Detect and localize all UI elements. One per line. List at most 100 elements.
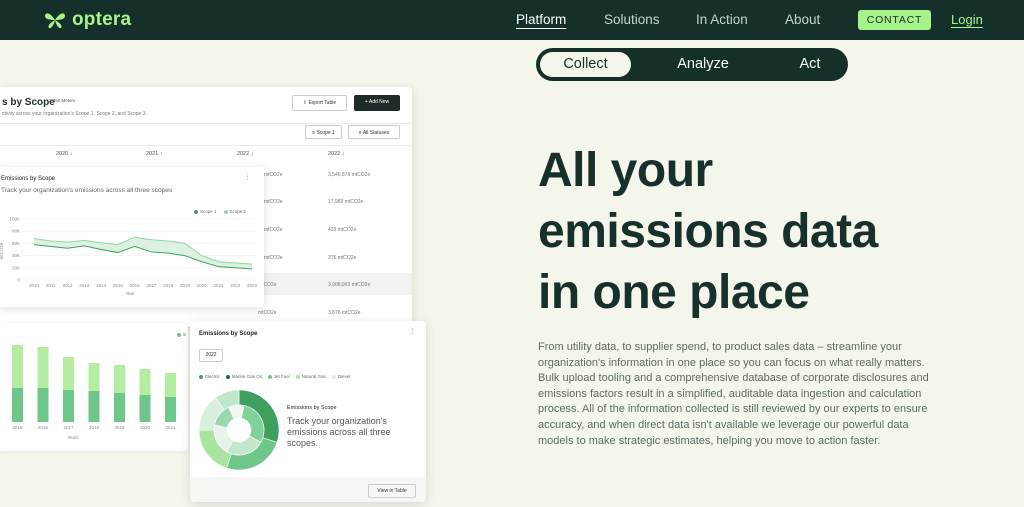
col-header-2022[interactable]: 2022 ↓ xyxy=(237,151,254,157)
x-tick-label: 2020 xyxy=(197,283,208,288)
bar-segment-lower xyxy=(63,390,74,422)
x-tick-label: 2020 xyxy=(140,425,151,430)
year-selector[interactable]: 2022 xyxy=(199,349,223,362)
toggle-collect[interactable]: Collect xyxy=(540,52,631,77)
donut-card-title: Emissions by Scope xyxy=(199,331,258,337)
donut-chart xyxy=(198,389,280,471)
x-tick-label: 2016 xyxy=(38,425,49,430)
table-cell: 3,876 mtCO2e xyxy=(328,310,361,316)
nav-solutions[interactable]: Solutions xyxy=(604,12,660,27)
legend-swatch xyxy=(199,374,203,379)
nav-in-action[interactable]: In Action xyxy=(696,12,748,27)
col-header-2022b[interactable]: 2022 ↓ xyxy=(328,151,345,157)
y-tick-label: 80K xyxy=(12,229,20,234)
toggle-analyze[interactable]: Analyze xyxy=(658,52,748,77)
butterfly-logo-icon xyxy=(45,13,65,29)
table-cell: mtCO2e xyxy=(264,255,283,261)
table-cell: 376 mtCO2e xyxy=(328,255,357,261)
table-cell: mtCO2e xyxy=(258,310,277,316)
x-tick-label: 2021 xyxy=(213,283,224,288)
contact-button[interactable]: CONTACT xyxy=(858,10,931,30)
optera-logo[interactable]: optera xyxy=(44,9,131,31)
table-cell: 3,546,876 mtCO2e xyxy=(328,172,371,178)
x-tick-label: 2021 xyxy=(165,425,176,430)
bar-segment-upper xyxy=(165,373,176,397)
view-in-table-button[interactable]: View in Table xyxy=(368,484,416,498)
x-tick-label: 2012 xyxy=(63,283,74,288)
y-tick-label: 100K xyxy=(9,217,20,222)
table-cell: 3,908,969 mtCO2e xyxy=(328,282,371,288)
bar-chart: 2015 2016 2017 2018 2019 2020 2021 Years xyxy=(12,345,176,440)
meters-count: 2,350 Meters xyxy=(49,98,76,103)
logo-text: optera xyxy=(72,9,132,30)
x-tick-label: 2016 xyxy=(130,283,141,288)
nav-about[interactable]: About xyxy=(785,12,820,27)
nav-platform[interactable]: Platform xyxy=(516,12,566,27)
more-options-icon[interactable]: ⋮ xyxy=(409,327,416,335)
headline-line-2: emissions data xyxy=(538,205,878,258)
table-cell: 17,989 mtCO2e xyxy=(328,199,364,205)
col-header-2020[interactable]: 2020 ↓ xyxy=(56,151,73,157)
bar-chart-card: S 2015 2016 2017 2018 2019 2020 2021 Years xyxy=(0,323,188,451)
line-chart-card: Emissions by Scope Track your organizati… xyxy=(0,167,264,307)
donut-chart-card: Emissions by Scope ⋮ 2022 Electric Marin… xyxy=(190,321,426,502)
legend-natural-gas: Natural Gas xyxy=(301,374,326,379)
collect-analyze-act-toggle: Collect Analyze Act xyxy=(536,48,848,81)
hero-body: From utility data, to supplier spend, to… xyxy=(538,341,929,447)
y-tick-label: 40K xyxy=(12,253,20,258)
table-cell: mtCO2e xyxy=(264,172,283,178)
legend-swatch xyxy=(295,374,300,379)
x-tick-label: 2010 xyxy=(29,283,40,288)
x-tick-label: 2017 xyxy=(63,425,74,430)
bar-segment-upper xyxy=(12,345,23,388)
headline-line-3: in one place xyxy=(538,266,810,319)
bar-segment-upper xyxy=(139,369,151,395)
export-label: Export Table xyxy=(308,100,337,106)
hero-headline: All your emissions data in one place xyxy=(538,140,978,323)
bar-segment-lower xyxy=(114,393,125,422)
line-chart: 100K 80K 60K 40K 20K 0 mtCO2e 2010 2011 2012 2013 2… xyxy=(0,217,258,297)
legend-swatch xyxy=(331,374,336,379)
y-tick-label: 20K xyxy=(12,265,20,270)
legend-marine-gas-oil: Marine Gas Oil xyxy=(231,374,262,379)
x-axis-label: Years xyxy=(67,435,79,440)
y-tick-label: 60K xyxy=(12,241,20,246)
top-nav: optera Platform Solutions In Action Abou… xyxy=(0,0,1024,40)
x-tick-label: 2011 xyxy=(46,283,56,288)
bar-segment-lower xyxy=(88,391,100,422)
add-new-label: Add New xyxy=(368,99,390,105)
headline-line-1: All your xyxy=(538,144,713,197)
x-tick-label: 2019 xyxy=(114,425,125,430)
legend-jet-fuel: Jet Fuel xyxy=(273,374,290,379)
scope-filter[interactable]: ≡ Scope 1 xyxy=(305,125,342,139)
status-filter-label: All Statuses xyxy=(362,130,390,136)
more-options-icon[interactable]: ⋮ xyxy=(244,173,251,181)
line-card-title: Emissions by Scope xyxy=(1,176,56,182)
legend-diesel: Diesel xyxy=(337,374,351,379)
legend-electric: Electric xyxy=(205,374,220,379)
bar-segment-lower xyxy=(37,388,49,422)
export-table-button[interactable]: ⇪ Export Table xyxy=(292,95,347,111)
x-tick-label: 2019 xyxy=(180,283,191,288)
table-cell: 433 mtCO2e xyxy=(328,227,357,233)
bar-segment-upper xyxy=(88,363,100,391)
table-subtitle: ctivity across your organization's Scope… xyxy=(2,111,147,117)
add-new-button[interactable]: + Add New xyxy=(354,95,400,111)
donut-legend: Electric Marine Gas Oil Jet Fuel Natural… xyxy=(199,374,350,379)
bar-segment-lower xyxy=(165,397,176,422)
status-filter[interactable]: ≡ All Statuses xyxy=(348,125,400,139)
x-axis-label: Year xyxy=(125,291,135,296)
x-tick-label: 2018 xyxy=(163,283,174,288)
x-tick-label: 2023 xyxy=(247,283,258,288)
toggle-act[interactable]: Act xyxy=(780,52,840,77)
bar-segment-lower xyxy=(12,388,23,422)
header-divider xyxy=(0,145,412,146)
login-link[interactable]: Login xyxy=(951,12,983,27)
donut-label: Emissions by Scope xyxy=(287,405,337,411)
legend-swatch xyxy=(267,374,272,379)
x-tick-label: 2015 xyxy=(12,425,23,430)
x-tick-label: 2022 xyxy=(230,283,241,288)
bar-segment-lower xyxy=(139,395,151,422)
table-cell: mtCO2e xyxy=(264,199,283,205)
col-header-2021[interactable]: 2021 ↑ xyxy=(146,151,163,157)
